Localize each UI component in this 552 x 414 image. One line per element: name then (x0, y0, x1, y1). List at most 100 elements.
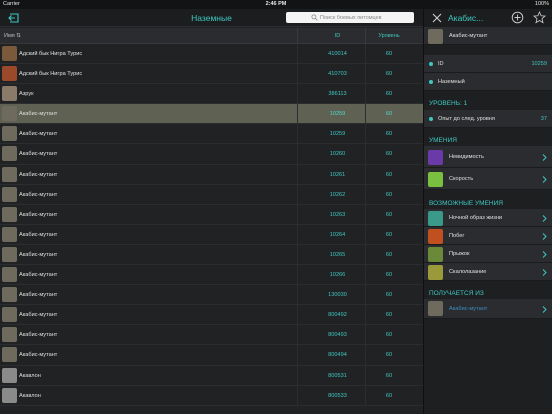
chevron-right-icon (542, 175, 547, 183)
skill-icon (428, 228, 443, 244)
obtained-from-link[interactable]: Акабис-мутант (449, 306, 487, 312)
possible-skills-section-header: ВОЗМОЖНЫЕ УМЕНИЯ (429, 200, 503, 207)
pet-icon (2, 347, 17, 363)
obtained-from-section-header: ПОЛУЧАЕТСЯ ИЗ (429, 290, 484, 297)
table-row[interactable]: Акабис-мутант 10266 60 (0, 265, 423, 286)
type-row: Наземный (424, 73, 552, 91)
pet-level-cell: 60 (385, 332, 393, 339)
table-row[interactable]: Акабис-мутант 10264 60 (0, 224, 423, 245)
table-row[interactable]: Акабис-мутант 10262 60 (0, 184, 423, 205)
add-icon[interactable] (511, 11, 524, 24)
possible-skill-row[interactable]: Побег (424, 227, 552, 245)
pet-level-cell: 60 (385, 231, 393, 238)
pet-level-cell: 60 (385, 51, 393, 57)
detail-title: Акабис... (448, 13, 484, 23)
skill-label: Побег (449, 233, 465, 239)
pet-name-cell: Акабис-мутант (19, 211, 58, 218)
pet-name-cell: Акабис-мутант (19, 191, 58, 198)
possible-skill-row[interactable]: Ночной образ жизни (424, 209, 552, 227)
pet-name-cell: Акавлон (19, 372, 41, 379)
table-row[interactable]: Азрук 386113 60 (0, 84, 423, 105)
possible-skill-row[interactable]: Прыжок (424, 245, 552, 263)
column-header-name[interactable]: Имя ⇅ (4, 33, 21, 39)
close-icon[interactable] (432, 13, 442, 23)
pet-name-cell: Акабис-мутант (19, 231, 58, 238)
chevron-right-icon (542, 268, 547, 276)
search-input[interactable] (320, 12, 412, 23)
possible-skill-row[interactable]: Скалолазание (424, 263, 552, 281)
pet-level-cell: 60 (385, 191, 393, 198)
chevron-right-icon (542, 232, 547, 240)
xp-row: Опыт до след. уровня 37 (424, 110, 552, 128)
pet-list-panel: Наземные Имя ⇅ ID Уровень Адский бык Ниг… (0, 9, 423, 414)
table-row[interactable]: Акавлон 800533 60 (0, 385, 423, 406)
table-row[interactable]: Акабис-мутант 10259 60 (0, 124, 423, 145)
pet-icon (2, 126, 17, 142)
pet-level-cell: 60 (385, 251, 393, 258)
chevron-right-icon (542, 153, 547, 161)
pet-level-cell: 60 (385, 131, 393, 138)
status-bar: Carrier 2:46 PM 100% (0, 0, 552, 9)
table-row[interactable]: Акабис-мутант 800493 60 (0, 325, 423, 346)
table-header: Имя ⇅ ID Уровень (0, 28, 423, 44)
table-row[interactable]: Адский бык Нигра Турис 410014 60 (0, 44, 423, 65)
table-row[interactable]: Акабис-мутант 10261 60 (0, 164, 423, 185)
chevron-right-icon (542, 214, 547, 222)
pet-level-cell: 60 (385, 392, 393, 399)
search-icon (311, 14, 318, 21)
pet-name-cell: Акабис-мутант (19, 292, 58, 299)
search-field[interactable] (286, 12, 414, 23)
pet-name-cell: Акабис-мутант (19, 251, 58, 258)
skill-icon (428, 264, 443, 280)
bullet-icon (429, 80, 433, 84)
obtained-from-row[interactable]: Акабис-мутант (424, 299, 552, 319)
pet-icon (2, 46, 17, 61)
favorite-star-icon[interactable] (533, 11, 546, 24)
pet-name-cell: Акавлон (19, 392, 41, 399)
skill-row[interactable]: Скорость (424, 168, 552, 190)
pet-name-cell: Акабис-мутант (19, 131, 58, 138)
table-row[interactable]: Акабис-мутант 10259 60 (0, 104, 423, 125)
pet-name-cell: Адский бык Нигра Турис (19, 51, 83, 57)
clock: 2:46 PM (265, 1, 287, 7)
pet-icon (2, 246, 17, 262)
pet-level-cell: 60 (385, 111, 393, 118)
table-row[interactable]: Акавлон 800531 60 (0, 365, 423, 386)
id-value: 10259 (531, 61, 547, 67)
table-row[interactable]: Акабис-мутант 800494 60 (0, 345, 423, 366)
pet-level-cell: 60 (385, 292, 393, 299)
id-row: ID 10259 (424, 55, 552, 73)
pet-name-cell: Адский бык Нигра Турис (19, 71, 83, 78)
pet-level-cell: 60 (385, 171, 393, 178)
table-row[interactable]: Акабис-мутант 10265 60 (0, 244, 423, 266)
detail-nav-bar: Акабис... (424, 9, 552, 27)
pet-icon (2, 86, 17, 102)
pet-level-cell: 60 (385, 352, 393, 359)
skill-row[interactable]: Невидимость (424, 146, 552, 168)
pet-icon (2, 166, 17, 182)
pet-level-cell: 60 (385, 272, 393, 279)
table-row[interactable]: Акабис-мутант 130030 60 (0, 285, 423, 306)
pet-icon (2, 106, 17, 122)
bullet-icon (429, 62, 433, 66)
table-row[interactable]: Акабис-мутант 800492 60 (0, 305, 423, 326)
pet-level-cell: 60 (385, 372, 393, 379)
pet-name-cell: Акабис-мутант (19, 111, 58, 118)
pet-icon (2, 66, 17, 82)
table-row[interactable]: Акабис-мутант 10260 60 (0, 144, 423, 165)
pet-name: Акабис-мутант (449, 33, 488, 39)
pet-icon (2, 327, 17, 343)
pet-name-cell: Акабис-мутант (19, 151, 58, 158)
table-row[interactable]: Адский бык Нигра Турис 410703 60 (0, 64, 423, 85)
list-nav-bar: Наземные (0, 9, 423, 27)
pet-icon (2, 226, 17, 242)
skills-section-header: УМЕНИЯ (429, 137, 457, 144)
pet-icon (2, 186, 17, 202)
skill-label: Ночной образ жизни (449, 215, 503, 221)
back-icon[interactable] (8, 12, 20, 24)
table-row[interactable]: Акабис-мутант 10263 60 (0, 204, 423, 225)
battery-level: 100% (534, 1, 549, 7)
skill-icon (428, 149, 443, 165)
column-header-level[interactable]: Уровень (355, 33, 423, 39)
pet-name-cell: Азрук (19, 91, 34, 98)
